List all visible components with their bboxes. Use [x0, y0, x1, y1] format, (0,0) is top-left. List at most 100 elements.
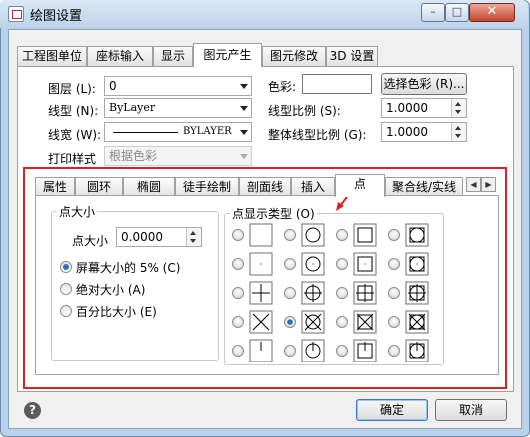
point-style-radio[interactable] — [232, 316, 244, 328]
point-style-row1-col1[interactable] — [232, 223, 273, 247]
radio-screen-percent-label[interactable]: 屏幕大小的 5% (C) — [76, 259, 180, 276]
point-style-radio[interactable] — [388, 345, 400, 357]
point-style-radio[interactable] — [284, 345, 296, 357]
point-style-row2-col3[interactable] — [336, 252, 377, 276]
point-style-row3-col1[interactable] — [232, 281, 273, 305]
point-preview-box — [249, 223, 273, 247]
point-style-radio[interactable] — [336, 316, 348, 328]
arrow-up-icon — [455, 126, 461, 130]
point-style-row4-col4[interactable] — [388, 310, 429, 334]
tab-ellipse[interactable]: 椭圆 — [123, 177, 175, 196]
point-style-radio[interactable] — [388, 316, 400, 328]
tab-entity-modification[interactable]: 图元修改 — [262, 46, 326, 66]
point-preview-box — [405, 223, 429, 247]
point-style-row3-col3[interactable] — [336, 281, 377, 305]
point-style-row5-col4[interactable] — [388, 339, 429, 362]
ltscale-input[interactable]: 1.0000 — [381, 98, 467, 118]
title-bar[interactable]: 绘图设置 – □ ✕ — [0, 0, 528, 28]
lineweight-combo[interactable]: BYLAYER — [104, 122, 252, 142]
tab-point[interactable]: 点 — [335, 174, 385, 197]
point-style-row3-col4[interactable] — [388, 281, 429, 305]
point-style-row2-col4[interactable] — [388, 252, 429, 276]
point-style-radio[interactable] — [284, 287, 296, 299]
plotstyle-combo: 根据色彩 — [104, 146, 252, 166]
tab-polyline-solid[interactable]: 聚合线/实线 — [385, 177, 463, 196]
point-style-radio[interactable] — [336, 345, 348, 357]
point-style-row4-col2[interactable] — [284, 310, 325, 334]
tab-scroll-right-button[interactable]: ▶ — [481, 177, 496, 192]
point-size-spinner[interactable] — [186, 228, 201, 246]
layer-combo[interactable]: 0 — [104, 76, 252, 96]
point-style-radio[interactable] — [232, 258, 244, 270]
radio-percent-size[interactable] — [60, 305, 72, 317]
point-style-radio[interactable] — [336, 229, 348, 241]
global-ltscale-input[interactable]: 1.0000 — [381, 122, 467, 142]
minimize-button[interactable]: – — [421, 3, 445, 22]
point-style-row5-col1[interactable] — [232, 339, 273, 362]
window-title: 绘图设置 — [30, 9, 83, 24]
point-size-input[interactable]: 0.0000 — [116, 227, 202, 247]
maximize-button[interactable]: □ — [445, 3, 469, 22]
radio-absolute-size-label[interactable]: 绝对大小 (A) — [76, 281, 145, 298]
point-style-radio[interactable] — [336, 287, 348, 299]
ltscale-label: 线型比例 (S): — [268, 104, 341, 118]
point-style-radio[interactable] — [388, 229, 400, 241]
radio-percent-size-label[interactable]: 百分比大小 (E) — [76, 303, 157, 320]
tab-attributes[interactable]: 属性 — [35, 177, 75, 196]
color-swatch[interactable] — [302, 74, 372, 94]
close-button[interactable]: ✕ — [469, 3, 515, 22]
point-style-radio[interactable] — [232, 229, 244, 241]
lineweight-label: 线宽 (W): — [48, 128, 102, 142]
app-icon — [8, 6, 24, 22]
tab-entity-creation[interactable]: 图元产生 — [193, 43, 262, 67]
ltscale-spinner[interactable] — [451, 99, 466, 117]
line-sample — [113, 132, 178, 133]
help-icon[interactable]: ? — [24, 402, 41, 419]
global-ltscale-value: 1.0000 — [386, 125, 428, 139]
tab-scroll-left-button[interactable]: ◀ — [466, 177, 481, 192]
point-style-row4-col3[interactable] — [336, 310, 377, 334]
tab-donut[interactable]: 圆环 — [75, 177, 123, 196]
chevron-down-icon — [240, 154, 248, 159]
point-style-row5-col3[interactable] — [336, 339, 377, 362]
tab-3d-settings[interactable]: 3D 设置 — [326, 46, 378, 66]
arrow-down-icon — [455, 134, 461, 138]
ok-button[interactable]: 确定 — [356, 399, 428, 421]
tab-insert[interactable]: 插入 — [291, 177, 335, 196]
tab-freehand[interactable]: 徒手绘制 — [175, 177, 239, 196]
color-label: 色彩: — [268, 80, 297, 94]
point-style-radio[interactable] — [388, 287, 400, 299]
radio-dot-icon — [287, 319, 293, 325]
chevron-down-icon — [240, 84, 248, 89]
arrow-down-icon — [190, 239, 196, 243]
point-style-row1-col3[interactable] — [336, 223, 377, 247]
point-style-grid — [232, 223, 429, 362]
tab-units[interactable]: 工程图单位 — [17, 46, 87, 66]
point-style-radio[interactable] — [336, 258, 348, 270]
select-color-button[interactable]: 选择色彩 (R)... — [381, 73, 467, 95]
ltscale-value: 1.0000 — [386, 101, 428, 115]
point-style-row5-col2[interactable] — [284, 339, 325, 362]
point-style-row2-col1[interactable] — [232, 252, 273, 276]
arrow-up-icon — [455, 102, 461, 106]
layer-label: 图层 (L): — [48, 82, 96, 96]
tab-display[interactable]: 显示 — [153, 46, 193, 66]
point-style-radio[interactable] — [284, 229, 296, 241]
tab-hatch[interactable]: 剖面线 — [239, 177, 291, 196]
point-style-row3-col2[interactable] — [284, 281, 325, 305]
point-style-row1-col4[interactable] — [388, 223, 429, 247]
tab-coordinate-input[interactable]: 座标输入 — [87, 46, 153, 66]
point-preview-box — [301, 223, 325, 247]
point-style-row4-col1[interactable] — [232, 310, 273, 334]
radio-screen-percent[interactable] — [60, 261, 72, 273]
point-style-radio[interactable] — [284, 258, 296, 270]
cancel-button[interactable]: 取消 — [435, 399, 507, 421]
global-ltscale-spinner[interactable] — [451, 123, 466, 141]
point-style-row2-col2[interactable] — [284, 252, 325, 276]
linetype-combo[interactable]: ByLayer — [104, 98, 252, 118]
point-style-radio[interactable] — [232, 287, 244, 299]
point-style-row1-col2[interactable] — [284, 223, 325, 247]
radio-absolute-size[interactable] — [60, 283, 72, 295]
point-style-radio[interactable] — [232, 345, 244, 357]
point-style-radio[interactable] — [388, 258, 400, 270]
